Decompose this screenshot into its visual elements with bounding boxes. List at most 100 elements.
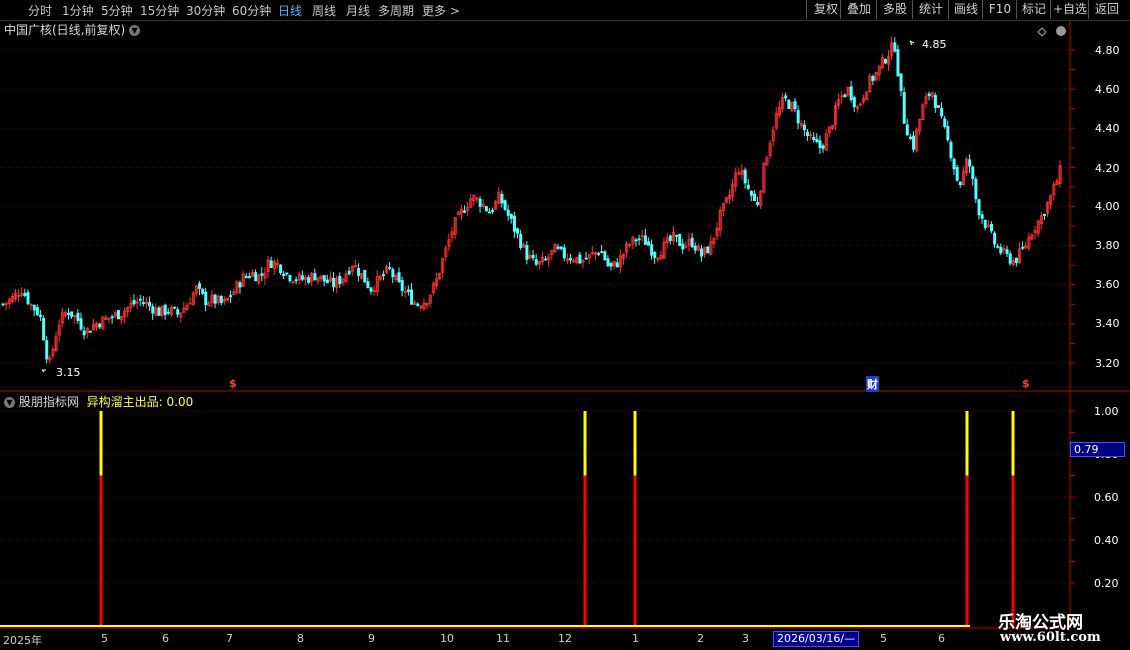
candle-body <box>1 303 5 306</box>
candle-body <box>512 215 516 232</box>
candle-body <box>806 131 810 136</box>
candle-body <box>406 289 410 292</box>
candle-body <box>201 288 205 294</box>
candle-body <box>381 274 385 276</box>
candle-body <box>491 209 495 212</box>
signal-bar-cap <box>583 411 587 476</box>
candle-body <box>690 237 694 248</box>
high-price-label: 4.85 <box>922 38 947 51</box>
candle-body <box>896 49 900 77</box>
candle-body <box>578 254 582 264</box>
candle-body <box>98 323 102 328</box>
candle-body <box>815 139 819 142</box>
candle-body <box>681 243 685 250</box>
candle-body <box>42 317 46 341</box>
candle-body <box>1021 246 1025 249</box>
candle-body <box>332 278 336 288</box>
chevron-down-icon[interactable]: ▼ <box>129 25 141 36</box>
candle-body <box>238 282 242 288</box>
candle-body <box>516 228 520 234</box>
low-price-label: 3.15 <box>56 366 81 379</box>
candle-body <box>996 245 1000 248</box>
candle-body <box>116 310 120 320</box>
candle-body <box>753 193 757 201</box>
stock-chart[interactable] <box>0 0 1130 650</box>
time-tick: 2025年 <box>3 634 42 647</box>
candle-body <box>600 251 604 254</box>
candle-body <box>151 306 155 314</box>
chevron-down-icon[interactable]: ▼ <box>4 397 15 408</box>
candle-body <box>821 145 825 149</box>
candle-body <box>668 235 672 241</box>
price-label: 3.80 <box>1095 239 1120 252</box>
candle-body <box>254 272 258 282</box>
candle-body <box>369 287 373 292</box>
candle-body <box>463 210 467 213</box>
chart-header: 中国广核(日线,前复权) ▼ <box>4 21 141 38</box>
stock-title: 中国广核(日线,前复权) <box>4 23 126 37</box>
candle-body <box>391 269 395 278</box>
candle-body <box>488 211 492 214</box>
candle-body <box>141 302 145 305</box>
candle-body <box>1005 249 1009 254</box>
candle-body <box>796 110 800 124</box>
candle-body <box>219 295 223 304</box>
time-tick: 8 <box>297 632 304 645</box>
candle-body <box>229 295 233 298</box>
candle-body <box>634 239 638 242</box>
candle-body <box>871 76 875 82</box>
candle-body <box>849 86 853 100</box>
candle-body <box>971 166 975 179</box>
candle-body <box>952 158 956 170</box>
candle-body <box>110 316 114 319</box>
price-label: 3.60 <box>1095 278 1120 291</box>
candle-body <box>32 304 36 311</box>
candle-body <box>905 124 909 136</box>
price-label: 4.60 <box>1095 83 1120 96</box>
time-tick: 2 <box>697 632 704 645</box>
event-marker[interactable]: $ <box>229 377 237 390</box>
candle-body <box>23 292 27 296</box>
candle-body <box>958 181 962 186</box>
diamond-icon[interactable] <box>1037 27 1047 37</box>
candle-body <box>534 259 538 265</box>
chart-grid <box>0 49 1070 584</box>
low-marker-arrow <box>41 369 46 373</box>
cursor-value-box: 0.79 <box>1070 442 1125 457</box>
candle-body <box>653 252 657 259</box>
indicator-axis-label: 1.00 <box>1094 405 1119 418</box>
candle-body <box>26 292 30 305</box>
indicator-axis-ticks <box>1070 410 1075 584</box>
candle-body <box>325 279 329 284</box>
candle-body <box>166 311 170 314</box>
candle-body <box>637 238 641 241</box>
candle-body <box>294 279 298 282</box>
candle-body <box>285 272 289 275</box>
price-label: 3.20 <box>1095 357 1120 370</box>
indicator-name[interactable]: 股朋指标网 <box>19 395 79 409</box>
time-tick: 1 <box>632 632 639 645</box>
indicator-axis-label: 0.40 <box>1094 534 1119 547</box>
candle-body <box>936 105 940 108</box>
financial-report-marker[interactable]: 财 <box>866 376 879 392</box>
candle-body <box>993 232 997 245</box>
indicator-series-label: 异构溜主出品: 0.00 <box>86 395 194 409</box>
candle-body <box>968 159 972 167</box>
settings-circle-icon[interactable] <box>1056 26 1066 36</box>
candle-body <box>569 258 573 261</box>
event-marker[interactable]: $ <box>1022 377 1030 390</box>
price-label: 4.40 <box>1095 122 1120 135</box>
candle-body <box>650 244 654 256</box>
candle-body <box>45 340 49 360</box>
indicator-axis-label: 0.20 <box>1094 577 1119 590</box>
candle-body <box>204 291 208 306</box>
candle-body <box>357 268 361 276</box>
candle-body <box>163 304 167 315</box>
candle-body <box>288 275 292 282</box>
candle-body <box>300 275 304 280</box>
signal-bar-cap <box>965 411 969 476</box>
candle-body <box>949 141 953 159</box>
candle-body <box>749 190 753 196</box>
indicator-header: ▼ 股朋指标网 异构溜主出品: 0.00 <box>4 393 193 410</box>
time-tick: 11 <box>496 632 510 645</box>
